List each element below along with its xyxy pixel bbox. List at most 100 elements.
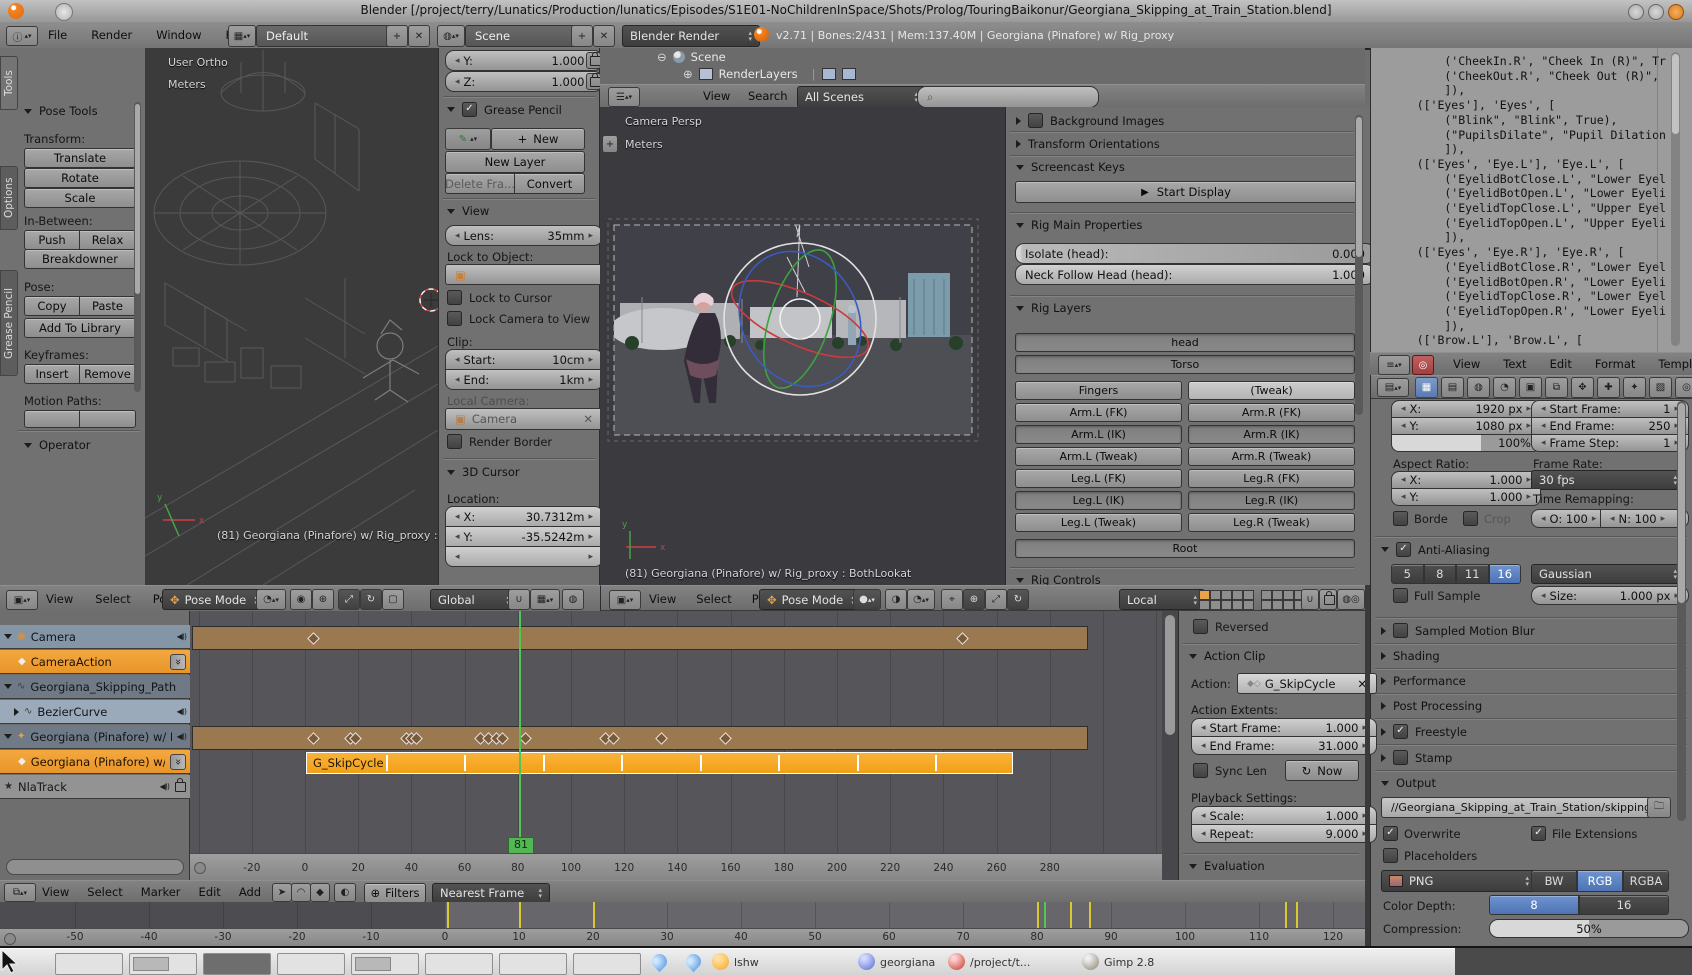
viewport-3d-left[interactable]: xy User Ortho Meters (81) Georgiana (Pin… bbox=[145, 48, 438, 585]
keyframe-diamond[interactable] bbox=[655, 732, 668, 745]
taskbar-window-tile[interactable] bbox=[425, 953, 493, 975]
frame-step-field[interactable]: ◂Frame Step:1▸ bbox=[1531, 434, 1689, 452]
push-button[interactable]: Push bbox=[24, 230, 80, 250]
expand-action-icon[interactable]: » bbox=[170, 654, 186, 670]
translate-button[interactable]: Translate bbox=[24, 148, 136, 168]
layout-delete-button[interactable]: ✕ bbox=[408, 25, 430, 47]
text-editor[interactable]: ('CheekIn.R', "Cheek In (R)", Tr ('Cheek… bbox=[1370, 48, 1692, 352]
text-menu-templates[interactable]: Templates bbox=[1658, 357, 1692, 371]
outliner-scene-row[interactable]: ⊖ Scene bbox=[657, 50, 726, 64]
editor-type-3dview-icon[interactable]: ▣▴▾ bbox=[6, 590, 38, 610]
motion-blur-checkbox[interactable] bbox=[1393, 623, 1408, 638]
sampled-motion-blur-header[interactable]: Sampled Motion Blur bbox=[1381, 623, 1535, 638]
expand-icon[interactable] bbox=[4, 684, 12, 689]
scene-delete-button[interactable]: ✕ bbox=[593, 25, 615, 47]
text-menu-text[interactable]: Text bbox=[1503, 357, 1526, 371]
rig-layers-header[interactable]: Rig Layers bbox=[1016, 301, 1091, 315]
grease-pencil-header[interactable]: ✓Grease Pencil bbox=[447, 102, 562, 117]
rotate-manipulator-icon[interactable]: ↻ bbox=[360, 589, 382, 610]
render-border-row[interactable]: Render Border bbox=[447, 434, 552, 449]
nla-tracks-area[interactable]: G_SkipCycle 81 bbox=[190, 611, 1162, 853]
editor-type-3dview-icon[interactable]: ▣▴▾ bbox=[609, 590, 641, 610]
text-menu-format[interactable]: Format bbox=[1595, 357, 1636, 371]
nla-track-cameraaction[interactable]: ◆CameraAction» bbox=[0, 650, 190, 674]
start-frame-field[interactable]: ◂Start Frame:1▸ bbox=[1531, 400, 1689, 418]
layer-toggle[interactable] bbox=[1272, 600, 1283, 610]
scale-y-field[interactable]: ◂Y:1.000▸ bbox=[445, 50, 603, 71]
menu-render[interactable]: Render bbox=[91, 28, 132, 42]
tab-grease-pencil[interactable]: Grease Pencil bbox=[0, 270, 18, 376]
samples-11[interactable]: 11 bbox=[1456, 564, 1489, 584]
tool-shelf-scrollbar[interactable] bbox=[134, 102, 141, 392]
crop-toggle[interactable]: Crop bbox=[1463, 511, 1511, 526]
launcher-icon-lshw[interactable] bbox=[712, 953, 729, 970]
new-layer-button[interactable]: New Layer bbox=[445, 151, 585, 173]
renderlayer-visible-icon[interactable] bbox=[822, 68, 836, 80]
clear-paths-button[interactable] bbox=[79, 410, 136, 428]
menu-file[interactable]: File bbox=[48, 28, 67, 42]
output-browse-icon[interactable]: 🗀 bbox=[1647, 797, 1671, 818]
playback-repeat-field[interactable]: ◂Repeat:9.000▸ bbox=[1191, 824, 1377, 843]
border-toggle[interactable]: Borde bbox=[1393, 511, 1448, 526]
tl-menu-add[interactable]: Add bbox=[239, 885, 261, 899]
ghost-frames-icon[interactable]: ◠ bbox=[291, 883, 311, 902]
text-resolve-icon[interactable]: ◎ bbox=[1412, 355, 1434, 375]
performance-header[interactable]: Performance bbox=[1381, 674, 1466, 688]
keyframe-diamond[interactable] bbox=[607, 732, 620, 745]
clip-end-field[interactable]: ◂End:1km▸ bbox=[445, 369, 603, 390]
nla-track-georgiana-pinafore-w-rig-p[interactable]: ◆Georgiana (Pinafore) w/ Rig_p» bbox=[0, 750, 190, 774]
shading-select-icon[interactable]: ◔▴▾ bbox=[907, 589, 935, 610]
launcher-drop-icon[interactable] bbox=[683, 951, 704, 972]
grease-pencil-checkbox[interactable]: ✓ bbox=[462, 102, 477, 117]
resolution-x-field[interactable]: ◂X:1920 px▸ bbox=[1391, 400, 1541, 418]
remove-keyframe-button[interactable]: Remove bbox=[79, 364, 136, 384]
layer-toggle[interactable] bbox=[1221, 590, 1232, 600]
timeline-ruler[interactable]: -50-40-30-20-100102030405060708090100110… bbox=[0, 928, 1365, 947]
paste-button[interactable]: Paste bbox=[79, 296, 136, 316]
lock-y-icon[interactable] bbox=[586, 52, 601, 69]
manipulator-icon[interactable]: ⊕ bbox=[312, 589, 334, 610]
layout-browse-icon[interactable]: ▦▴▾ bbox=[228, 25, 256, 47]
launcher-icon--project-t-[interactable] bbox=[948, 953, 965, 970]
tab-constraints[interactable]: ⧉ bbox=[1545, 377, 1568, 398]
taskbar-window-tile[interactable] bbox=[351, 953, 419, 975]
stamp-checkbox[interactable] bbox=[1393, 750, 1408, 765]
expand-icon[interactable]: ⊕ bbox=[683, 67, 693, 81]
calculate-paths-button[interactable] bbox=[24, 410, 80, 428]
neck-follow-slider[interactable]: Neck Follow Head (head):1.000 bbox=[1015, 264, 1375, 285]
layer-toggle[interactable] bbox=[1232, 590, 1243, 600]
editor-type-properties-icon[interactable]: ▤▴▾ bbox=[1377, 378, 1409, 397]
taskbar-window-tile[interactable] bbox=[499, 953, 567, 975]
tab-data[interactable]: ✦ bbox=[1623, 377, 1646, 398]
keyframe-diamond[interactable] bbox=[719, 732, 732, 745]
minimize-button[interactable] bbox=[1628, 4, 1644, 20]
cursor-x-field[interactable]: ◂X:30.7312m▸ bbox=[445, 506, 603, 527]
snap-magnet-icon[interactable]: ∪ bbox=[508, 589, 530, 610]
orientation-select-middle[interactable]: Local▴▾ bbox=[1119, 589, 1205, 610]
editor-type-info-icon[interactable]: ⓘ▴▾ bbox=[6, 26, 38, 46]
compression-slider[interactable]: 50% bbox=[1489, 919, 1689, 938]
aa-filter-select[interactable]: Gaussian▴▾ bbox=[1531, 564, 1685, 584]
grease-pencil-data-icon[interactable]: ✎▴▾ bbox=[445, 128, 491, 150]
filters-button[interactable]: ⊕Filters bbox=[364, 883, 426, 903]
color-depth-16[interactable]: 16 bbox=[1579, 895, 1669, 915]
layer-grid-left[interactable] bbox=[1199, 590, 1253, 609]
text-scrollbar[interactable] bbox=[1671, 52, 1680, 346]
layer-toggle[interactable] bbox=[1261, 590, 1272, 600]
taskbar-window-tile[interactable] bbox=[277, 953, 345, 975]
rig-layer-leg-r-tweak-[interactable]: Leg.R (Tweak) bbox=[1188, 513, 1355, 532]
shading-select-icon[interactable]: ◔▴▾ bbox=[256, 589, 286, 610]
tab-armature[interactable]: ✥ bbox=[1571, 377, 1594, 398]
rig-layer-fingers[interactable]: Fingers bbox=[1015, 381, 1182, 400]
anti-aliasing-header[interactable]: ✓Anti-Aliasing bbox=[1381, 542, 1490, 557]
layer-toggle[interactable] bbox=[1283, 600, 1294, 610]
output-header[interactable]: Output bbox=[1381, 776, 1436, 790]
transform-orientations-header[interactable]: Transform Orientations bbox=[1016, 137, 1160, 151]
manipulator-toggle-icon[interactable]: ⊕ bbox=[963, 589, 985, 610]
origin-select-icon[interactable]: ●▴▾ bbox=[853, 589, 881, 610]
scene-add-button[interactable]: + bbox=[571, 25, 593, 47]
clip-start-frame-field[interactable]: ◂Start Frame:1.000▸ bbox=[1191, 718, 1377, 737]
color-mode-rgba[interactable]: RGBA bbox=[1623, 870, 1669, 892]
orientation-select-left[interactable]: Global▴▾ bbox=[430, 589, 518, 610]
action-clip-header[interactable]: Action Clip bbox=[1189, 649, 1265, 663]
